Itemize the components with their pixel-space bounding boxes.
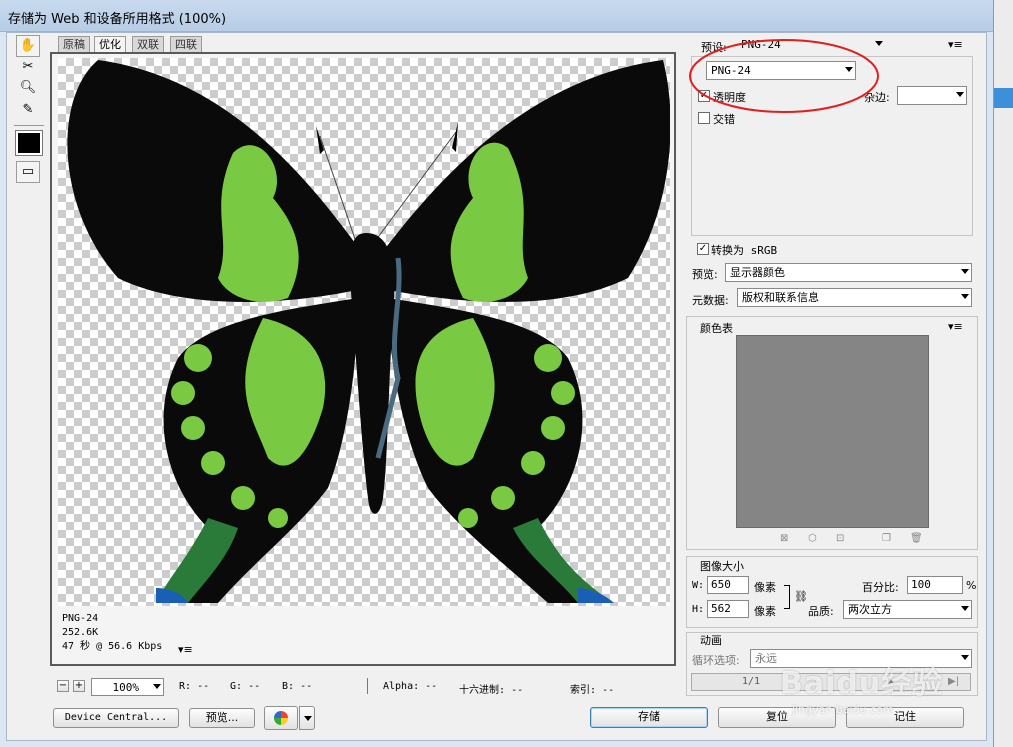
web-shift-icon[interactable]: ⬡ xyxy=(808,533,817,544)
height-input[interactable]: 562 xyxy=(707,600,749,618)
hand-icon: ✋ xyxy=(19,38,37,53)
chevron-down-icon xyxy=(956,92,964,97)
color-table-menu-icon[interactable]: ▾≡ xyxy=(948,320,963,333)
lock-color-icon[interactable]: ⊡ xyxy=(836,533,844,544)
animation-title: 动画 xyxy=(700,634,722,647)
tab-4-up[interactable]: 四联 xyxy=(170,36,202,52)
readout-r: R: -- xyxy=(179,681,210,692)
chevron-down-icon xyxy=(153,684,161,689)
preview-button[interactable]: 预览... xyxy=(189,708,255,728)
zoom-in-button[interactable]: + xyxy=(73,680,85,692)
chevron-down-icon xyxy=(961,606,969,611)
browser-dropdown-button[interactable] xyxy=(299,706,315,730)
width-unit: 像素 xyxy=(754,581,776,594)
readout-divider xyxy=(367,678,368,694)
toggle-slices-tool[interactable]: ▭ xyxy=(16,161,40,183)
constrain-bracket xyxy=(784,585,790,609)
optimized-info: PNG-24 252.6K 47 秒 @ 56.6 Kbps xyxy=(62,612,162,654)
new-color-icon[interactable]: ❐ xyxy=(882,533,891,544)
info-time: 47 秒 @ 56.6 Kbps xyxy=(62,641,163,652)
percent-unit: % xyxy=(966,579,977,592)
readout-index: 索引: -- xyxy=(570,685,615,696)
zoom-tool[interactable]: 🔍︎ xyxy=(16,78,40,100)
readout-b: B: -- xyxy=(282,681,313,692)
height-unit: 像素 xyxy=(754,605,776,618)
annotation-ellipse xyxy=(689,39,879,113)
eyedropper-tool[interactable]: ✎ xyxy=(16,100,40,122)
readout-alpha: Alpha: -- xyxy=(383,681,438,692)
color-table-title: 颜色表 xyxy=(700,322,733,335)
browser-select-button[interactable] xyxy=(264,706,298,730)
eyedropper-color-swatch[interactable] xyxy=(15,130,43,156)
image-preview[interactable] xyxy=(58,58,671,606)
color-table-swatches[interactable] xyxy=(736,335,929,528)
quality-select[interactable]: 两次立方 xyxy=(843,600,972,619)
tab-2-up[interactable]: 双联 xyxy=(132,36,164,52)
zoom-level-select[interactable]: 100% xyxy=(91,678,164,696)
eyedropper-icon: ✎ xyxy=(22,102,34,117)
color-table-toolbar: ⊠ ⬡ ⊡ ❐ 🗑︎ xyxy=(780,533,950,545)
percent-input[interactable]: 100 xyxy=(907,576,963,594)
chevron-down-icon xyxy=(961,655,969,660)
browser-icon xyxy=(274,711,288,725)
background-window-strip xyxy=(993,0,1013,747)
toolbox-divider xyxy=(14,125,44,126)
last-frame-icon[interactable]: ▶| xyxy=(948,676,959,687)
width-label: W: xyxy=(692,580,705,591)
background-highlight xyxy=(994,88,1013,108)
zoom-out-button[interactable]: − xyxy=(57,680,69,692)
watermark-logo: Baidu经验 xyxy=(780,666,944,701)
map-transparent-icon[interactable]: ⊠ xyxy=(780,533,788,544)
readout-g: G: -- xyxy=(230,681,261,692)
convert-srgb-label: 转换为 sRGB xyxy=(711,244,778,257)
trash-icon[interactable]: 🗑︎ xyxy=(910,533,923,544)
window-title: 存储为 Web 和设备所用格式 (100%) xyxy=(8,12,227,27)
slice-select-tool[interactable]: ✂ xyxy=(16,57,40,79)
metadata-select[interactable]: 版权和联系信息 xyxy=(737,288,972,307)
quality-label: 品质: xyxy=(808,605,834,618)
convert-srgb-checkbox[interactable]: ✓ xyxy=(697,243,709,255)
info-format: PNG-24 xyxy=(62,613,99,624)
readout-hex: 十六进制: -- xyxy=(459,685,524,696)
metadata-label: 元数据: xyxy=(692,294,729,307)
info-size: 252.6K xyxy=(62,627,99,638)
preview-mode-label: 预览: xyxy=(692,268,718,281)
loop-label: 循环选项: xyxy=(692,654,740,667)
frame-counter: 1/1 xyxy=(742,676,761,687)
chevron-down-icon xyxy=(961,294,969,299)
percent-label: 百分比: xyxy=(862,581,899,594)
link-icon[interactable]: ⛓ xyxy=(794,590,808,603)
window-titlebar: 存储为 Web 和设备所用格式 (100%) xyxy=(0,0,993,32)
watermark-url: jingyan.baidu.com xyxy=(792,703,894,716)
height-label: H: xyxy=(692,604,705,615)
hand-tool[interactable]: ✋ xyxy=(16,35,40,57)
toggle-slices-icon: ▭ xyxy=(21,164,35,179)
chevron-down-icon xyxy=(304,716,312,721)
optimize-menu-icon[interactable]: ▾≡ xyxy=(948,38,963,51)
butterfly-image xyxy=(67,60,671,603)
preview-mode-select[interactable]: 显示器颜色 xyxy=(725,263,972,282)
info-menu-icon[interactable]: ▾≡ xyxy=(178,643,193,656)
tab-optimized[interactable]: 优化 xyxy=(94,36,126,52)
chevron-down-icon xyxy=(961,269,969,274)
save-button[interactable]: 存储 xyxy=(590,707,708,728)
slice-select-icon: ✂ xyxy=(22,59,34,74)
zoom-icon: 🔍︎ xyxy=(19,80,37,95)
device-central-button[interactable]: Device Central... xyxy=(53,708,179,728)
image-size-title: 图像大小 xyxy=(700,560,744,573)
width-input[interactable]: 650 xyxy=(707,576,749,594)
tab-original[interactable]: 原稿 xyxy=(58,36,90,52)
matte-select[interactable] xyxy=(897,86,967,105)
